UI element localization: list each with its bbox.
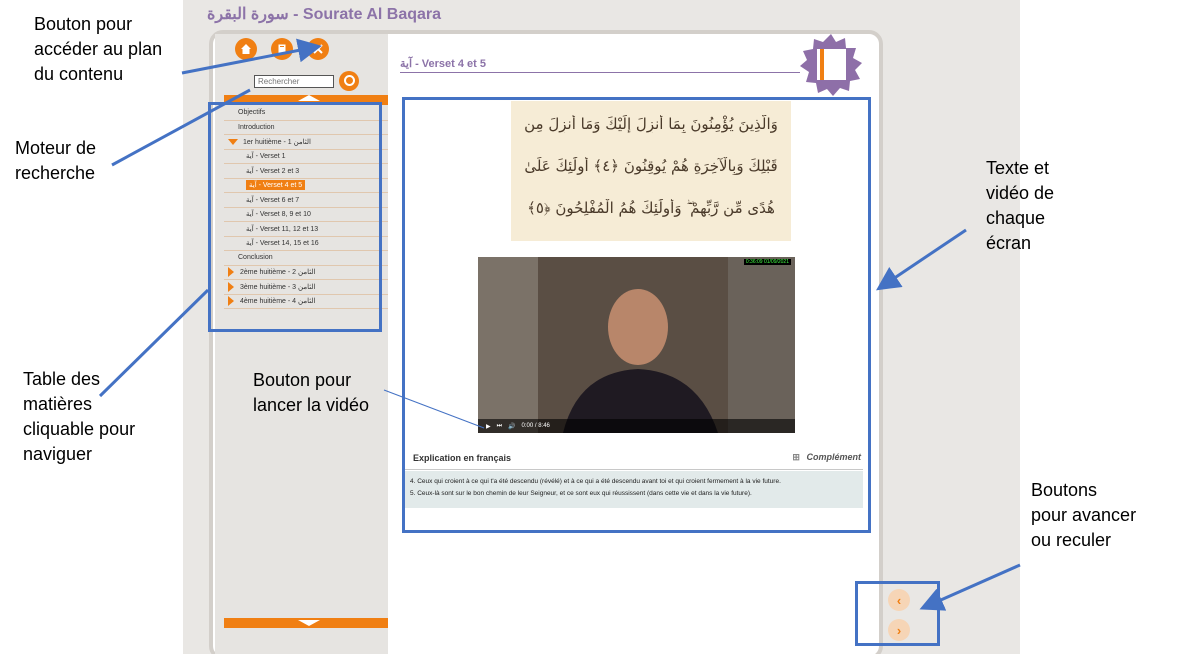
annotation-toc: Table des matières cliquable pour naviguer xyxy=(23,369,136,464)
annotation-arrows xyxy=(98,38,1021,611)
annotation-search: Moteur de recherche xyxy=(15,138,97,183)
annotation-text: Texte et vidéo de chaque écran xyxy=(986,158,1055,253)
annotation-plan: Bouton pour accéder au plan du contenu xyxy=(34,14,163,84)
page: سورة البقرة - Sourate Al Baqara Objectif… xyxy=(0,0,1200,654)
annotation-video: Bouton pour lancer la vidéo xyxy=(253,370,370,415)
annotation-nav: Boutons pour avancer ou reculer xyxy=(1031,480,1137,550)
